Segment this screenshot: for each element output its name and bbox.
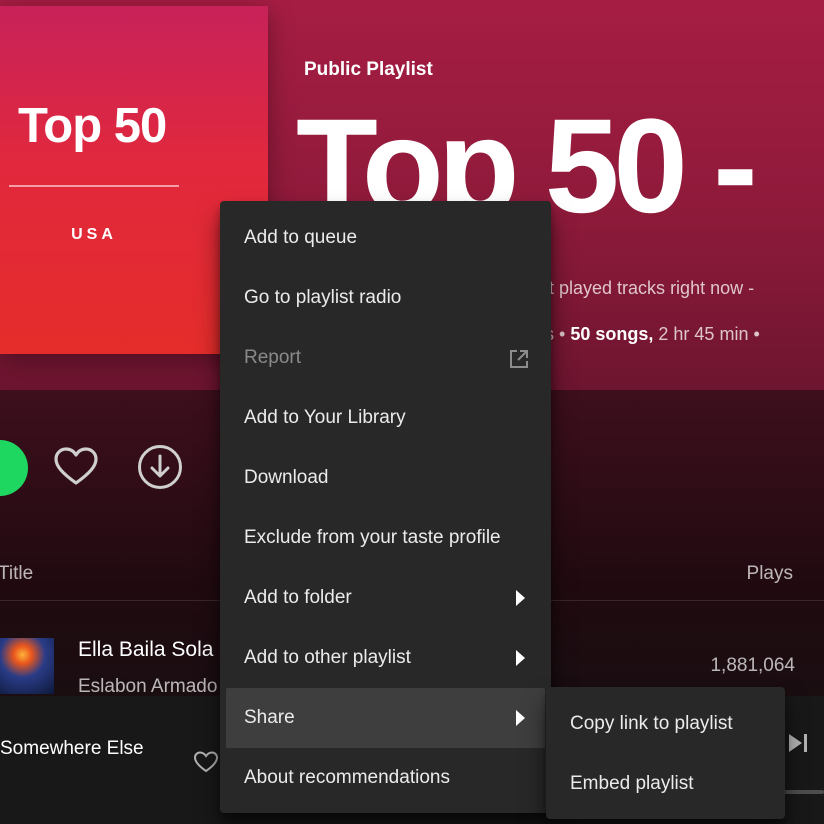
menu-item-add-to-folder[interactable]: Add to folder <box>226 568 545 628</box>
external-link-icon <box>507 347 531 371</box>
meta-separator: • <box>559 324 566 344</box>
menu-item-embed-playlist[interactable]: Embed playlist <box>552 754 779 814</box>
cover-divider <box>9 185 179 187</box>
menu-item-label: Add to folder <box>244 587 352 608</box>
menu-item-exclude-taste-profile[interactable]: Exclude from your taste profile <box>226 508 545 568</box>
menu-item-label: About recommendations <box>244 767 450 788</box>
menu-item-add-to-queue[interactable]: Add to queue <box>226 208 545 268</box>
caret-right-icon <box>516 710 525 726</box>
menu-item-label: Share <box>244 707 295 728</box>
playlist-description: ost played tracks right now - <box>530 278 755 298</box>
menu-item-label: Add to other playlist <box>244 647 411 668</box>
menu-item-report[interactable]: Report <box>226 328 545 388</box>
caret-right-icon <box>516 590 525 606</box>
heart-outline-icon[interactable] <box>52 443 100 491</box>
now-playing-title[interactable]: Somewhere Else <box>0 738 144 760</box>
progress-bar[interactable] <box>784 790 824 794</box>
track-artwork <box>0 638 54 694</box>
menu-item-label: Report <box>244 347 302 368</box>
menu-item-add-to-other-playlist[interactable]: Add to other playlist <box>226 628 545 688</box>
track-artist[interactable]: Eslabon Armado <box>78 676 217 698</box>
context-menu: Add to queue Go to playlist radio Report… <box>220 201 551 813</box>
menu-item-add-to-library[interactable]: Add to Your Library <box>226 388 545 448</box>
menu-item-label: Go to playlist radio <box>244 287 402 308</box>
track-title[interactable]: Ella Baila Sola <box>78 638 213 662</box>
heart-icon[interactable] <box>193 749 219 775</box>
cover-title: Top 50 <box>18 99 167 153</box>
playlist-type-label: Public Playlist <box>304 59 433 80</box>
caret-right-icon <box>516 650 525 666</box>
menu-item-label: Add to Your Library <box>244 407 406 428</box>
download-circle-icon[interactable] <box>136 443 184 491</box>
track-plays: 1,881,064 <box>710 655 795 676</box>
meta-separator: • <box>753 324 760 344</box>
meta-duration: 2 hr 45 min <box>658 324 749 344</box>
menu-item-label: Add to queue <box>244 227 358 248</box>
menu-item-share[interactable]: Share <box>226 688 545 748</box>
column-header-plays[interactable]: Plays <box>747 563 793 585</box>
menu-item-label: Exclude from your taste profile <box>244 527 501 548</box>
cover-subtitle: USA <box>71 226 117 243</box>
playlist-meta: kes • 50 songs, 2 hr 45 min • <box>526 324 760 345</box>
column-header-title[interactable]: Title <box>0 563 33 585</box>
menu-item-label: Download <box>244 467 329 488</box>
share-submenu: Copy link to playlist Embed playlist <box>546 687 785 819</box>
meta-songs: 50 songs, <box>570 324 654 344</box>
menu-item-about-recommendations[interactable]: About recommendations <box>226 748 545 808</box>
menu-item-label: Copy link to playlist <box>570 713 733 734</box>
menu-item-copy-link[interactable]: Copy link to playlist <box>552 694 779 754</box>
menu-item-playlist-radio[interactable]: Go to playlist radio <box>226 268 545 328</box>
menu-item-download[interactable]: Download <box>226 448 545 508</box>
menu-item-label: Embed playlist <box>570 773 694 794</box>
skip-next-icon[interactable] <box>786 731 810 755</box>
